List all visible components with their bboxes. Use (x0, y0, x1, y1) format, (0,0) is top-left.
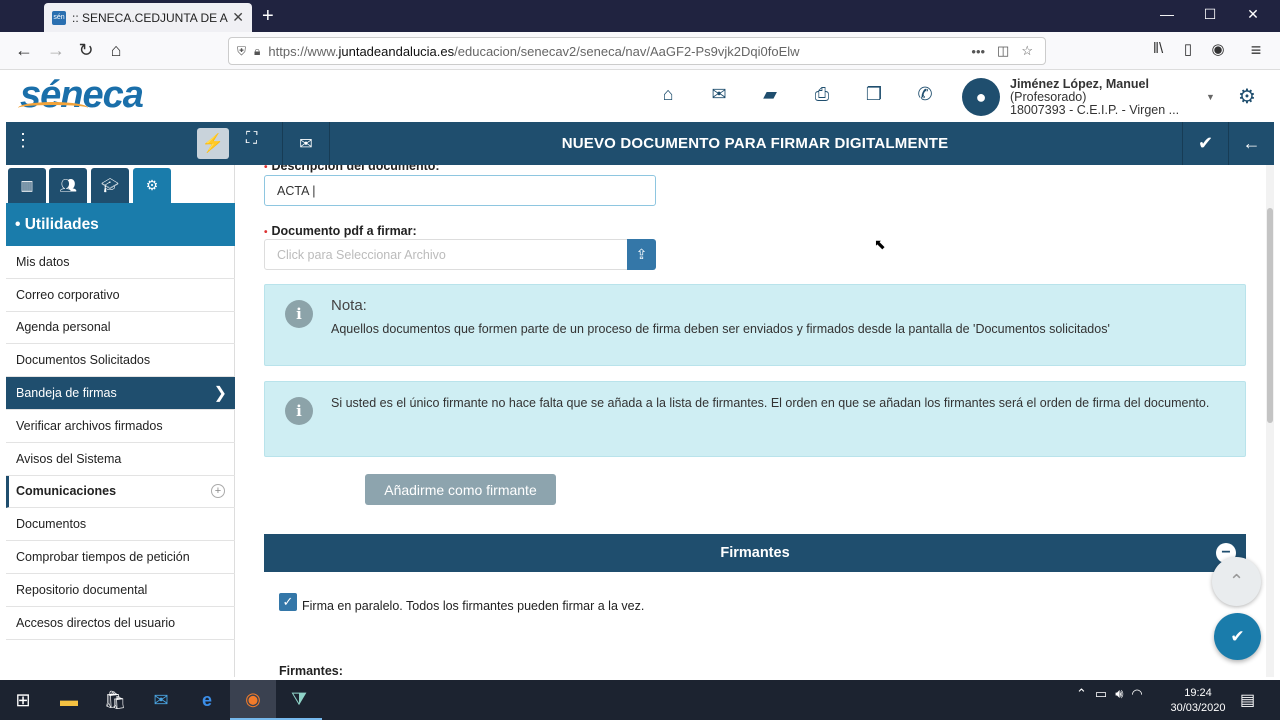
wifi-icon[interactable]: ◠ (1131, 686, 1142, 702)
parallel-sign-label: Firma en paralelo. Todos los firmantes p… (302, 599, 645, 613)
sidebar-item-comunicaciones[interactable]: Comunicaciones + (6, 475, 235, 509)
sidebar-item-documentos-solicitados[interactable]: Documentos Solicitados (6, 344, 235, 378)
chevron-down-icon[interactable]: ▼ (1206, 92, 1215, 102)
info-icon: i (285, 300, 313, 328)
star-icon[interactable]: ☆ (1021, 43, 1033, 59)
sidebar-item-correo[interactable]: Correo corporativo (6, 279, 235, 312)
mouse-cursor-icon: ⬉ (874, 236, 886, 252)
sidebar-item-agenda[interactable]: Agenda personal (6, 312, 235, 345)
info-text: Si usted es el único firmante no hace fa… (331, 396, 1210, 410)
lock-icon: 🔒︎ (254, 43, 261, 58)
clock-time: 19:24 (1184, 687, 1212, 699)
sidebar-item-tiempos[interactable]: Comprobar tiempos de petición (6, 541, 235, 574)
sidebar-item-accesos[interactable]: Accesos directos del usuario (6, 607, 235, 640)
desc-input[interactable]: ACTA | (264, 175, 656, 206)
pdf-label: • Documento pdf a firmar: (264, 224, 417, 238)
nota-text: Aquellos documentos que formen parte de … (331, 322, 1110, 336)
page-title: NUEVO DOCUMENTO PARA FIRMAR DIGITALMENTE (561, 135, 949, 152)
phone-icon[interactable]: ✆ (912, 84, 938, 104)
seneca-logo[interactable]: séneca (18, 74, 144, 117)
clock[interactable]: 19:24 30/03/2020 (1168, 686, 1228, 716)
chevron-right-icon: ❯ (213, 385, 227, 403)
sidebar-toggle-icon[interactable]: ▯ (1176, 40, 1200, 58)
firmantes-label: Firmantes: (279, 664, 343, 678)
back-icon[interactable]: ← (12, 40, 36, 61)
file-explorer-icon[interactable]: ▬ (46, 680, 92, 720)
print-icon[interactable]: ⎙ (809, 84, 835, 104)
battery-icon[interactable]: ▭ (1095, 686, 1107, 702)
parallel-sign-checkbox[interactable]: ✓ (279, 593, 297, 611)
add-me-as-signer-button[interactable]: Añadirme como firmante (365, 474, 556, 505)
sidebar-item-avisos[interactable]: Avisos del Sistema (6, 443, 235, 476)
tab-title: :: SENECA.CEDJUNTA DE AND (72, 10, 229, 25)
expand-icon[interactable]: ⛶ (246, 130, 257, 148)
pocket-icon[interactable]: ◫ (997, 43, 1009, 59)
url-text: https://www.juntadeandalucia.es/educacio… (268, 43, 800, 59)
sidebar-item-repositorio[interactable]: Repositorio documental (6, 574, 235, 607)
chevron-up-icon[interactable]: ⌃ (1076, 686, 1087, 702)
minimize-icon[interactable]: — (1152, 6, 1182, 22)
user-name: Jiménez López, Manuel (1010, 76, 1149, 91)
mail-app-icon[interactable]: ✉ (138, 680, 184, 720)
system-tray: ⌃ ▭ 🔊︎ ◠ (1076, 686, 1143, 702)
hamburger-menu-icon[interactable]: ≡ (1244, 40, 1268, 61)
url-bar[interactable]: ⛨ 🔒︎ https://www.juntadeandalucia.es/edu… (228, 37, 1046, 65)
settings-tab-icon[interactable]: ⚙ (133, 168, 171, 203)
sidebar-item-documentos[interactable]: Documentos (6, 508, 235, 542)
confirm-icon[interactable]: ✔ (1182, 122, 1228, 165)
pdf-file-input[interactable]: Click para Seleccionar Archivo (264, 239, 628, 270)
sidebar-menu: Mis datos Correo corporativo Agenda pers… (6, 246, 235, 640)
info-icon: i (285, 397, 313, 425)
plus-icon: + (211, 484, 225, 499)
flash-icon[interactable]: ⚡ (197, 128, 229, 159)
copy-icon[interactable]: ❐ (861, 84, 887, 104)
user-role: (Profesorado) (1010, 89, 1087, 104)
clock-date: 30/03/2020 (1170, 702, 1226, 714)
envelope-icon[interactable]: ✉ (706, 84, 732, 104)
info-box (264, 381, 1246, 457)
folder-icon[interactable]: ▰ (757, 84, 783, 104)
scroll-top-button[interactable]: ⌃ (1212, 557, 1261, 606)
forward-icon[interactable]: → (44, 40, 68, 61)
user-center: 18007393 - C.E.I.P. - Virgen ... (1010, 102, 1180, 117)
browser-tab[interactable]: sén :: SENECA.CEDJUNTA DE AND ✕ (44, 3, 252, 32)
edge-icon[interactable]: e (184, 680, 230, 720)
sidebar-item-verificar[interactable]: Verificar archivos firmados (6, 410, 235, 443)
volume-icon[interactable]: 🔊︎ (1115, 686, 1123, 702)
home-browser-icon[interactable]: ⌂ (104, 40, 128, 61)
more-icon[interactable]: ••• (971, 44, 985, 59)
user-menu[interactable]: ● Jiménez López, Manuel (Profesorado) 18… (962, 74, 1220, 120)
new-tab-button[interactable]: + (262, 4, 274, 28)
store-icon[interactable]: 🛍︎ (92, 680, 138, 720)
firefox-icon[interactable]: ◉ (230, 680, 276, 720)
app-taskbar-icon[interactable]: ⧩ (276, 680, 322, 720)
favicon-icon: sén (52, 10, 66, 25)
gear-icon[interactable]: ⚙ (1238, 84, 1256, 109)
close-window-icon[interactable]: ✕ (1238, 6, 1268, 23)
scrollbar-thumb[interactable] (1267, 208, 1273, 423)
graduation-tab-icon[interactable]: 🎓︎ (91, 168, 129, 203)
reload-icon[interactable]: ↻ (74, 40, 98, 61)
sidebar-item-bandeja-firmas[interactable]: Bandeja de firmas ❯ (6, 377, 235, 410)
nota-title: Nota: (331, 297, 367, 314)
sidebar-item-mis-datos[interactable]: Mis datos (6, 246, 235, 279)
home-icon[interactable]: ⌂ (655, 84, 681, 104)
building-tab-icon[interactable]: ▥ (8, 168, 46, 203)
kebab-menu-icon[interactable]: ⋮ (14, 130, 34, 151)
maximize-icon[interactable]: ☐ (1195, 6, 1225, 23)
shield-icon: ⛨ (237, 43, 247, 58)
back-arrow-icon[interactable]: ← (1228, 122, 1274, 165)
sidebar-section-title: • Utilidades (6, 203, 235, 246)
account-icon[interactable]: ◉ (1206, 40, 1230, 58)
file-upload-icon[interactable]: ⇪ (627, 239, 656, 270)
confirm-fab-button[interactable]: ✔ (1214, 613, 1261, 660)
close-tab-icon[interactable]: ✕ (232, 9, 244, 26)
windows-start-icon[interactable]: ⊞ (0, 680, 46, 720)
mail-open-icon[interactable]: ✉ (282, 122, 330, 165)
avatar: ● (962, 78, 1000, 116)
notifications-icon[interactable]: ▤ (1240, 690, 1255, 710)
firmantes-header: Firmantes (264, 534, 1246, 572)
library-icon[interactable]: ‖\ (1146, 40, 1170, 57)
users-tab-icon[interactable]: 👥︎ (49, 168, 87, 203)
